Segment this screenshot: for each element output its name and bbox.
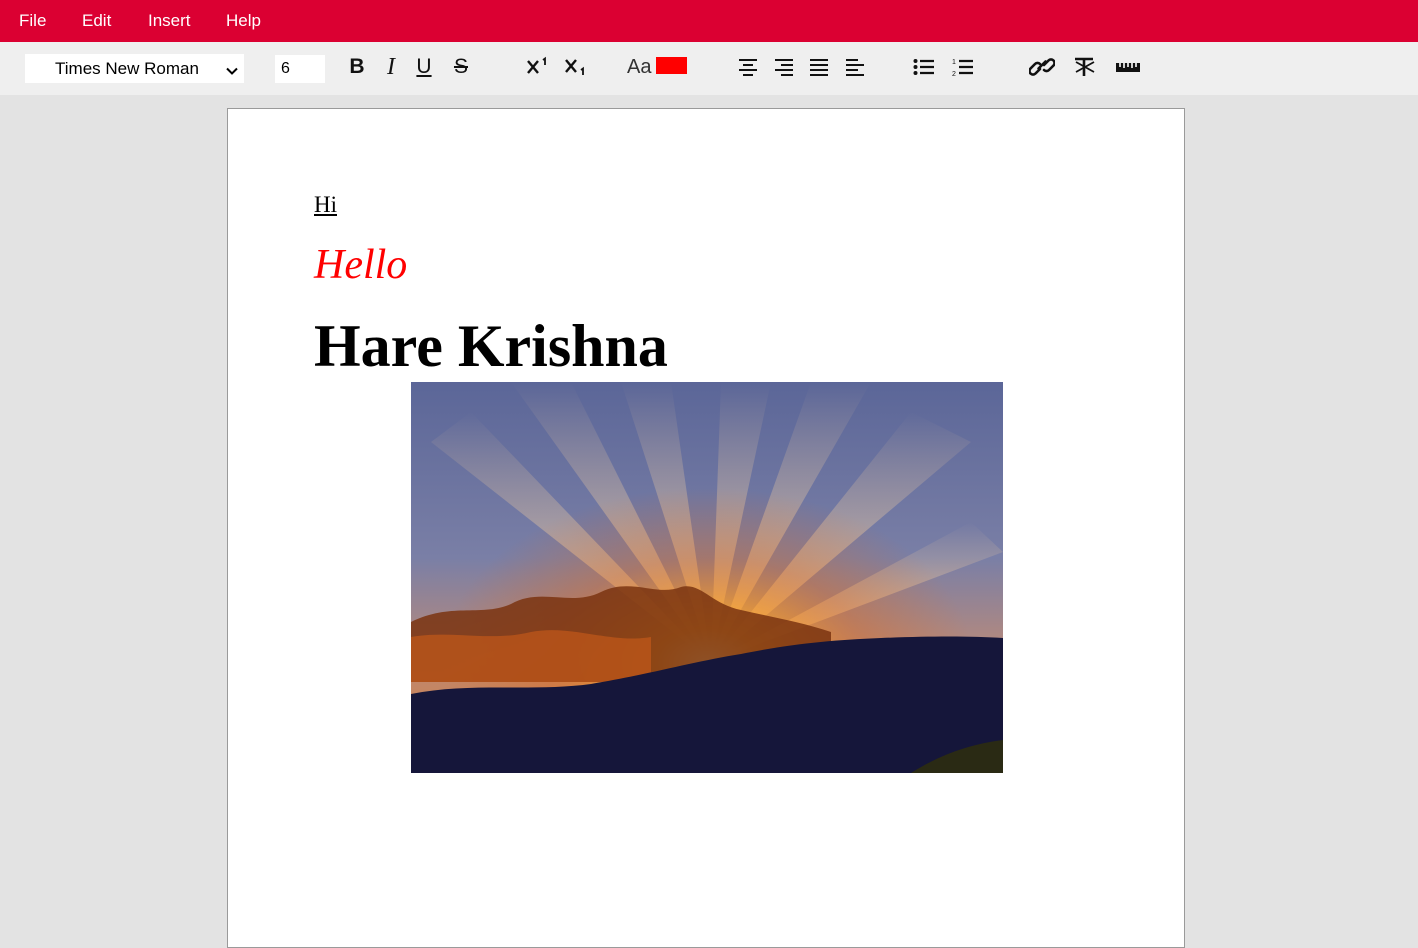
numbered-list-button[interactable]: 1 2 — [951, 52, 975, 82]
formatting-toolbar: Times New Roman 6 B I U S Aa 1 2 — [0, 42, 1418, 95]
doc-line-hi[interactable]: Hi — [314, 192, 337, 218]
align-right-icon — [774, 58, 794, 76]
font-family-value: Times New Roman — [55, 59, 199, 78]
text-color-label: Aa — [627, 55, 652, 78]
superscript-icon — [526, 56, 550, 78]
bulleted-list-button[interactable] — [912, 52, 936, 82]
font-family-select[interactable]: Times New Roman — [25, 54, 244, 83]
menu-bar: File Edit Insert Help — [0, 0, 1418, 42]
bold-button[interactable]: B — [346, 52, 368, 82]
strikethrough-icon: S — [453, 55, 468, 78]
menu-help[interactable]: Help — [226, 11, 261, 31]
sunset-image[interactable] — [411, 382, 1003, 773]
clear-formatting-button[interactable] — [1071, 52, 1099, 82]
text-color-button[interactable]: Aa — [627, 52, 693, 82]
underline-icon: U — [416, 55, 432, 78]
numbered-list-icon: 1 2 — [952, 57, 974, 77]
svg-text:2: 2 — [952, 71, 956, 77]
align-left-icon — [845, 58, 865, 76]
chevron-down-icon — [226, 62, 238, 82]
align-left-button[interactable] — [844, 52, 866, 82]
menu-file[interactable]: File — [19, 11, 46, 31]
align-center-icon — [738, 58, 758, 76]
text-color-swatch — [656, 56, 688, 74]
font-size-input[interactable]: 6 — [275, 55, 325, 83]
bulleted-list-icon — [913, 58, 935, 76]
document-page[interactable]: Hi Hello Hare Krishna — [227, 108, 1185, 948]
bold-icon: B — [349, 55, 365, 78]
subscript-button[interactable] — [563, 52, 589, 82]
ruler-toggle-button[interactable] — [1114, 52, 1142, 82]
svg-text:1: 1 — [952, 59, 956, 66]
align-justify-button[interactable] — [808, 52, 830, 82]
align-right-button[interactable] — [773, 52, 795, 82]
ruler-icon — [1115, 60, 1141, 74]
menu-insert[interactable]: Insert — [148, 11, 191, 31]
italic-button[interactable]: I — [380, 52, 402, 82]
insert-link-button[interactable] — [1028, 52, 1056, 82]
doc-heading[interactable]: Hare Krishna — [314, 312, 668, 381]
menu-edit[interactable]: Edit — [82, 11, 111, 31]
doc-line-hello[interactable]: Hello — [314, 241, 407, 289]
superscript-button[interactable] — [525, 52, 551, 82]
strikethrough-button[interactable]: S — [450, 52, 472, 82]
align-center-button[interactable] — [737, 52, 759, 82]
link-icon — [1029, 56, 1055, 78]
underline-button[interactable]: U — [413, 52, 435, 82]
clear-formatting-icon — [1072, 56, 1098, 78]
italic-icon: I — [387, 53, 395, 80]
align-justify-icon — [809, 58, 829, 76]
subscript-icon — [564, 56, 588, 78]
